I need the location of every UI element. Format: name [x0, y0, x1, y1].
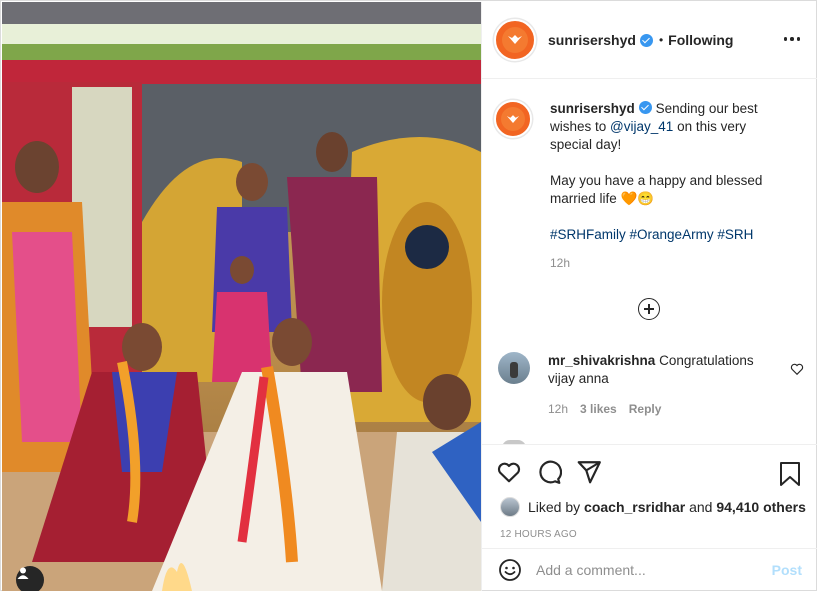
hashtag-link[interactable]: #SRH — [717, 227, 753, 242]
caption-wish: May you have a happy and blessed married… — [550, 173, 763, 206]
post-modal: sunrisershyd • Following sunrisershyd Se… — [0, 0, 817, 591]
verified-badge-icon — [639, 33, 653, 47]
comment-input[interactable] — [536, 562, 756, 578]
post-header: sunrisershyd • Following — [482, 2, 817, 79]
add-comment-bar: Post — [482, 548, 817, 591]
wedding-photo-illustration — [2, 2, 481, 591]
person-icon — [17, 567, 29, 579]
commenter-avatar[interactable] — [498, 352, 530, 384]
liked-by: Liked by coach_rsridhar and 94,410 other… — [500, 497, 806, 517]
header-separator: • — [658, 33, 664, 47]
caption: sunrisershyd Sending our best wishes to … — [494, 100, 804, 272]
post-timestamp[interactable]: 12 HOURS AGO — [500, 529, 577, 540]
more-options-icon[interactable] — [782, 32, 802, 46]
hashtag-link[interactable]: #OrangeArmy — [630, 227, 714, 242]
liker-username[interactable]: coach_rsridhar — [584, 499, 685, 515]
caption-mention[interactable]: @vijay_41 — [610, 119, 673, 134]
comment-likes[interactable]: 3 likes — [580, 400, 617, 418]
post-actions: Liked by coach_rsridhar and 94,410 other… — [482, 444, 817, 548]
tagged-users-button[interactable] — [16, 566, 44, 591]
load-more-comments-icon[interactable] — [638, 298, 660, 320]
emoji-smiley-icon[interactable] — [498, 558, 522, 582]
reply-button[interactable]: Reply — [629, 400, 662, 418]
comments-area[interactable]: sunrisershyd Sending our best wishes to … — [482, 80, 817, 444]
caption-time[interactable]: 12h — [550, 254, 790, 272]
post-photo[interactable] — [2, 2, 481, 591]
following-button[interactable]: Following — [668, 32, 733, 48]
likes-count[interactable]: 94,410 others — [716, 499, 806, 515]
team-logo-icon — [502, 27, 528, 53]
caption-hashtags: #SRHFamily #OrangeArmy #SRH — [550, 226, 790, 244]
comment-bubble-icon[interactable] — [536, 459, 562, 485]
post-sidebar: sunrisershyd • Following sunrisershyd Se… — [481, 2, 817, 591]
commenter-username[interactable]: mr_shivakrishna — [548, 353, 655, 368]
account-avatar[interactable] — [494, 19, 536, 61]
hashtag-link[interactable]: #SRHFamily — [550, 227, 626, 242]
liked-by-and: and — [689, 499, 713, 515]
share-paper-plane-icon[interactable] — [576, 459, 602, 485]
like-heart-icon[interactable] — [496, 459, 522, 485]
caption-text: sunrisershyd Sending our best wishes to … — [550, 100, 790, 272]
team-logo-icon — [501, 107, 525, 131]
post-comment-button[interactable]: Post — [772, 562, 802, 578]
liker-avatar[interactable] — [500, 497, 520, 517]
like-comment-heart-icon[interactable] — [790, 362, 804, 376]
caption-avatar[interactable] — [494, 100, 532, 138]
comment-time[interactable]: 12h — [548, 400, 568, 418]
account-username[interactable]: sunrisershyd — [548, 32, 636, 48]
save-bookmark-icon[interactable] — [778, 461, 802, 487]
comment-item: mr_shivakrishna Congratulations vijay an… — [498, 352, 804, 418]
caption-emoji: 🧡😁 — [620, 191, 655, 206]
verified-badge-icon — [638, 101, 652, 114]
caption-username[interactable]: sunrisershyd — [550, 101, 635, 116]
liked-by-prefix: Liked by — [528, 499, 581, 515]
